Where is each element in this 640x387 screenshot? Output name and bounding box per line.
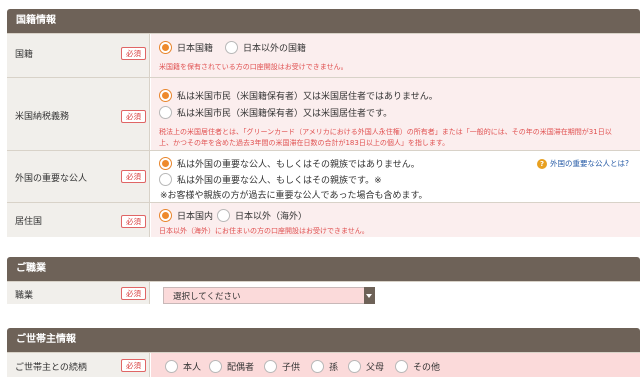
radio-unselected-icon	[348, 359, 361, 373]
occupation-section-title: ご職業	[7, 257, 640, 281]
required-badge: 必須	[121, 110, 146, 123]
us-tax-error-message-line1: 税法上の米国居住者とは、「グリーンカード（アメリカにおける外国人永住権）の所有者…	[159, 128, 612, 136]
nationality-error-message: 米国籍を保有されている方の口座開設はお受けできません。	[159, 63, 348, 71]
residence-row: 居住国 必須 日本国内 日本以外（海外） 日本以外（海外）にお住まいの方の口座開…	[7, 202, 640, 237]
radio-unselected-icon	[225, 40, 238, 54]
radio-selected-icon	[159, 156, 172, 170]
radio-label: 日本以外（海外）	[235, 211, 308, 222]
nationality-row: 国籍 必須 日本国籍 日本以外の国籍 米国籍を保有されている方の口座開設はお受け…	[7, 33, 640, 77]
household-relation-row: ご世帯主との続柄 必須 本人 配偶者 子供 孫 父母 その他	[7, 352, 640, 377]
question-icon: ?	[537, 158, 547, 169]
pep-label: 外国の重要な公人	[15, 174, 88, 184]
select-dropdown-button[interactable]	[364, 287, 375, 304]
radio-unselected-icon	[159, 105, 172, 119]
pep-help-link[interactable]: ? 外国の重要な公人とは?	[537, 158, 629, 169]
occupation-section: ご職業 職業 必須 選択してください	[7, 257, 640, 304]
radio-residence-japan[interactable]: 日本国内	[159, 208, 213, 222]
radio-unselected-icon	[311, 359, 324, 373]
radio-selected-icon	[159, 208, 172, 222]
nationality-label: 国籍	[15, 50, 34, 60]
radio-label: 私は米国市民（米国籍保有者）又は米国居住者ではありません。	[177, 91, 438, 102]
household-row-label-cell: ご世帯主との続柄 必須	[7, 353, 150, 377]
radio-unselected-icon	[209, 359, 222, 373]
radio-relation-parent[interactable]: 父母	[348, 359, 384, 373]
occupation-select[interactable]: 選択してください	[163, 287, 375, 304]
radio-not-us-person[interactable]: 私は米国市民（米国籍保有者）又は米国居住者ではありません。	[159, 88, 438, 102]
radio-relation-self[interactable]: 本人	[165, 359, 201, 373]
radio-us-person[interactable]: 私は米国市民（米国籍保有者）又は米国居住者です。	[159, 105, 392, 119]
nationality-row-label-cell: 国籍 必須	[7, 34, 150, 77]
radio-label: 日本国内	[177, 211, 214, 222]
occupation-row-content: 選択してください	[151, 282, 640, 304]
radio-relation-spouse[interactable]: 配偶者	[209, 359, 254, 373]
us-tax-row-content: 私は米国市民（米国籍保有者）又は米国居住者ではありません。 私は米国市民（米国籍…	[151, 78, 640, 150]
household-row-content: 本人 配偶者 子供 孫 父母 その他	[151, 353, 640, 377]
radio-label: 私は米国市民（米国籍保有者）又は米国居住者です。	[177, 108, 393, 119]
occupation-select-value: 選択してください	[173, 292, 241, 302]
radio-label: 孫	[329, 362, 339, 373]
pep-row: 外国の重要な公人 必須 私は外国の重要な公人、もしくはその親族ではありません。 …	[7, 150, 640, 202]
radio-unselected-icon	[159, 172, 172, 186]
radio-relation-grandchild[interactable]: 孫	[311, 359, 338, 373]
radio-label: 日本国籍	[177, 43, 214, 54]
chevron-down-icon	[366, 294, 372, 298]
radio-label: 子供	[282, 362, 301, 373]
nationality-section-title: 国籍情報	[7, 9, 640, 33]
radio-unselected-icon	[165, 359, 178, 373]
radio-residence-overseas[interactable]: 日本以外（海外）	[217, 208, 307, 222]
required-badge: 必須	[121, 170, 146, 183]
radio-unselected-icon	[395, 359, 408, 373]
household-section-title: ご世帯主情報	[7, 328, 640, 352]
radio-relation-child[interactable]: 子供	[264, 359, 300, 373]
pep-help-link-text: 外国の重要な公人とは?	[550, 159, 629, 168]
pep-row-label-cell: 外国の重要な公人 必須	[7, 151, 150, 202]
required-badge: 必須	[121, 215, 146, 228]
radio-relation-other[interactable]: その他	[395, 359, 440, 373]
us-tax-row-label-cell: 米国納税義務 必須	[7, 78, 150, 150]
residence-row-content: 日本国内 日本以外（海外） 日本以外（海外）にお住まいの方の口座開設はお受けでき…	[151, 203, 640, 237]
radio-japanese-nationality[interactable]: 日本国籍	[159, 40, 213, 54]
radio-label: 配偶者	[227, 362, 255, 373]
nationality-row-content: 日本国籍 日本以外の国籍 米国籍を保有されている方の口座開設はお受けできません。	[151, 34, 640, 77]
radio-selected-icon	[159, 40, 172, 54]
radio-label: 私は外国の重要な公人、もしくはその親族ではありません。	[177, 159, 420, 170]
required-badge: 必須	[121, 47, 146, 60]
pep-row-content: 私は外国の重要な公人、もしくはその親族ではありません。 私は外国の重要な公人、も…	[151, 151, 640, 202]
household-section: ご世帯主情報 ご世帯主との続柄 必須 本人 配偶者 子供 孫 父母 その他	[7, 328, 640, 387]
radio-label: 本人	[183, 362, 202, 373]
occupation-row: 職業 必須 選択してください	[7, 281, 640, 304]
required-badge: 必須	[121, 359, 146, 372]
residence-label: 居住国	[15, 217, 43, 227]
us-tax-error-message-line2: 上、かつその年を含めた過去3年間の米国滞在日数の合計が183日以上の個人」を指し…	[159, 139, 450, 147]
occupation-row-label-cell: 職業 必須	[7, 282, 150, 304]
us-tax-label: 米国納税義務	[15, 112, 70, 122]
radio-label: 父母	[366, 362, 385, 373]
required-badge: 必須	[121, 287, 146, 300]
radio-not-pep[interactable]: 私は外国の重要な公人、もしくはその親族ではありません。	[159, 156, 420, 170]
radio-selected-icon	[159, 88, 172, 102]
us-tax-row: 米国納税義務 必須 私は米国市民（米国籍保有者）又は米国居住者ではありません。 …	[7, 77, 640, 150]
radio-non-japanese-nationality[interactable]: 日本以外の国籍	[225, 40, 306, 54]
residence-error-message: 日本以外（海外）にお住まいの方の口座開設はお受けできません。	[159, 227, 369, 235]
radio-label: 私は外国の重要な公人、もしくはその親族です。※	[177, 175, 382, 186]
household-relation-label: ご世帯主との続柄	[15, 363, 87, 373]
radio-pep[interactable]: 私は外国の重要な公人、もしくはその親族です。※	[159, 172, 382, 186]
radio-unselected-icon	[264, 359, 277, 373]
radio-label: 日本以外の国籍	[243, 43, 307, 54]
pep-note: ※お客様や親族の方が過去に重要な公人であった場合も含めます。	[160, 191, 428, 201]
occupation-label: 職業	[15, 291, 34, 301]
nationality-section: 国籍情報 国籍 必須 日本国籍 日本以外の国籍 米国籍を保有されている方の口座開…	[7, 9, 640, 237]
residence-row-label-cell: 居住国 必須	[7, 203, 150, 237]
radio-label: その他	[413, 362, 441, 373]
radio-unselected-icon	[217, 208, 230, 222]
